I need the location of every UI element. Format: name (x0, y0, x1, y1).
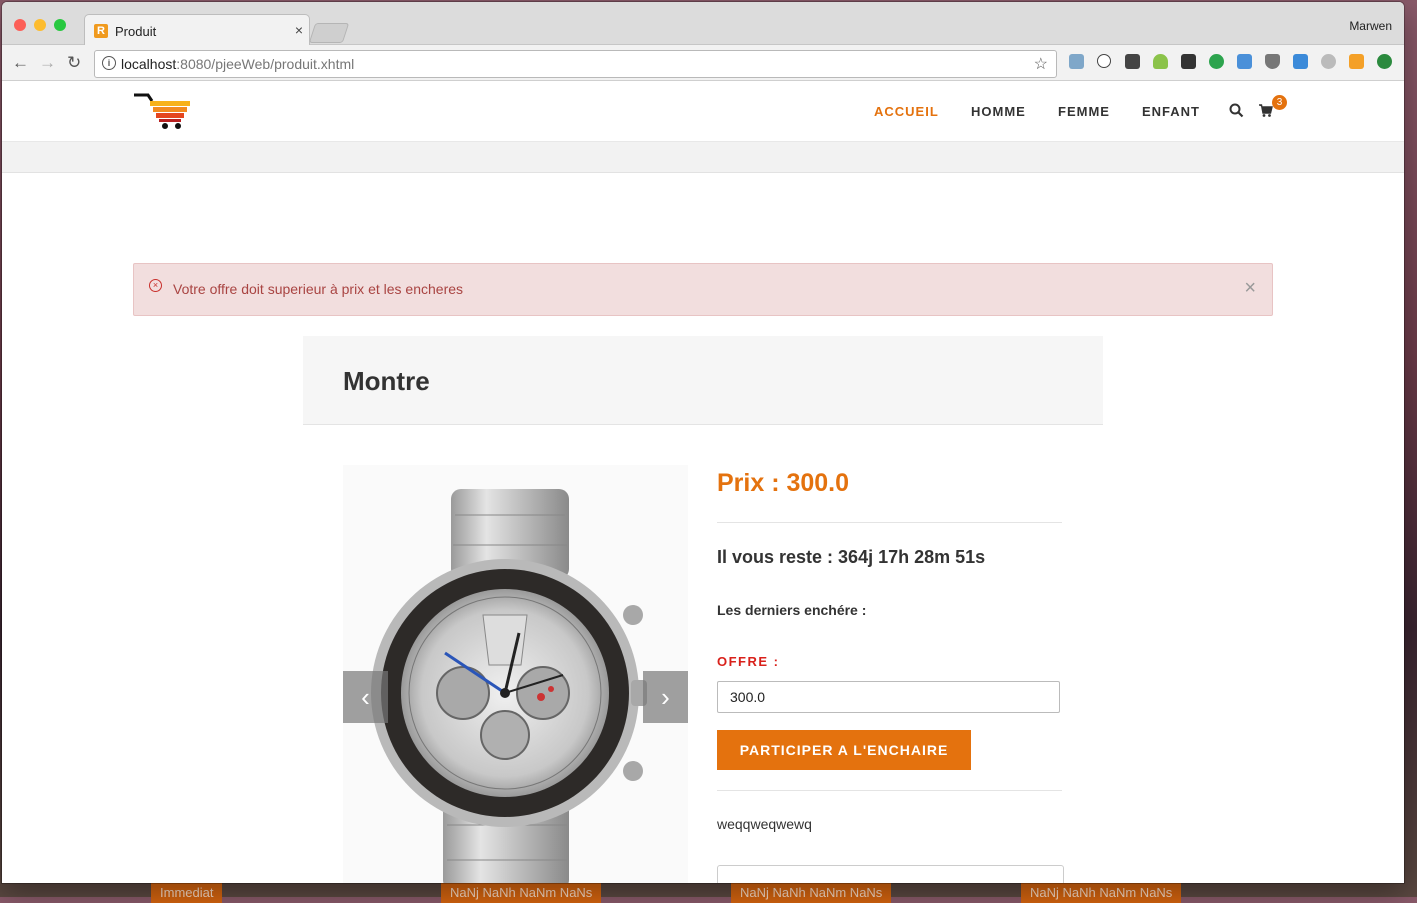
ghost-extension-icon[interactable] (1321, 54, 1336, 69)
pocket-extension-icon[interactable] (1125, 54, 1140, 69)
search-icon[interactable] (1229, 103, 1244, 118)
nav-enfant[interactable]: ENFANT (1142, 104, 1200, 119)
url-path: :8080/pjeeWeb/produit.xhtml (176, 56, 355, 72)
watch-image (371, 489, 647, 883)
close-window-button[interactable] (14, 19, 26, 31)
browser-toolbar: ← → ↻ i localhost:8080/pjeeWeb/produit.x… (2, 45, 1404, 81)
product-header: Montre (303, 336, 1103, 425)
browser-tab[interactable]: R Produit × (84, 14, 310, 46)
product-title: Montre (343, 366, 430, 396)
comment-text: weqqweqwewq (717, 816, 812, 832)
comment-input[interactable] (717, 865, 1064, 883)
java-extension-icon[interactable] (1069, 54, 1084, 69)
product-price: Prix : 300.0 (717, 469, 850, 497)
tab-close-icon[interactable]: × (295, 22, 303, 38)
alert-error-icon: × (149, 279, 162, 292)
grid-extension-icon[interactable] (1349, 54, 1364, 69)
bid-button[interactable]: PARTICIPER A L'ENCHAIRE (717, 730, 971, 770)
new-tab-button[interactable] (308, 23, 350, 43)
info-icon[interactable]: i (102, 56, 116, 70)
auction-countdown: Il vous reste : 364j 17h 28m 51s (717, 547, 986, 567)
nav-femme[interactable]: FEMME (1058, 104, 1110, 119)
background-tag: NaNj NaNh NaNm NaNs (1021, 883, 1182, 903)
background-tag: NaNj NaNh NaNm NaNs (731, 883, 892, 903)
back-icon[interactable]: ← (12, 53, 29, 73)
breadcrumb-bar (2, 142, 1404, 173)
browser-titlebar: R Produit × Marwen (2, 2, 1404, 46)
address-bar[interactable]: i localhost:8080/pjeeWeb/produit.xhtml ☆ (94, 50, 1057, 78)
forward-icon[interactable]: → (39, 53, 56, 73)
shield-extension-icon[interactable] (1265, 54, 1280, 69)
cart-logo-icon[interactable] (132, 91, 194, 131)
reader-extension-icon[interactable] (1181, 54, 1196, 69)
divider (717, 522, 1062, 523)
background-tag: Immediat (151, 883, 223, 903)
star-icon[interactable]: ☆ (1034, 54, 1048, 74)
product-image-carousel[interactable]: ‹ › (343, 465, 688, 883)
nav-accueil[interactable]: ACCUEIL (874, 104, 939, 119)
site-header: ACCUEIL HOMME FEMME ENFANT 3 (2, 81, 1404, 142)
android-extension-icon[interactable] (1153, 54, 1168, 69)
offer-label: OFFRE : (717, 654, 780, 669)
tab-title: Produit (115, 24, 157, 39)
browser-window: R Produit × Marwen ← → ↻ i localhost:808… (2, 2, 1404, 883)
cart-icon[interactable] (1258, 103, 1273, 118)
close-icon[interactable]: × (1244, 277, 1256, 300)
page-viewport: ACCUEIL HOMME FEMME ENFANT 3 × Votre off… (2, 81, 1404, 883)
favicon-icon: R (94, 24, 108, 38)
fi-extension-icon[interactable] (1293, 54, 1308, 69)
nav-homme[interactable]: HOMME (971, 104, 1026, 119)
reload-icon[interactable]: ↻ (67, 53, 81, 73)
last-bids-label: Les derniers enchére : (717, 602, 867, 618)
url-host: localhost (121, 56, 177, 72)
upload-extension-icon[interactable] (1377, 54, 1392, 69)
minimize-window-button[interactable] (34, 19, 46, 31)
extension-icon[interactable] (1237, 54, 1252, 69)
divider (717, 790, 1062, 791)
carousel-prev-icon[interactable]: ‹ (343, 671, 388, 723)
profile-name[interactable]: Marwen (1349, 19, 1392, 33)
url-text: localhost:8080/pjeeWeb/produit.xhtml (121, 56, 354, 72)
ublock-extension-icon[interactable] (1209, 54, 1224, 69)
maximize-window-button[interactable] (54, 19, 66, 31)
alert-message: Votre offre doit superieur à prix et les… (173, 281, 464, 297)
background-tag: NaNj NaNh NaNm NaNs (441, 883, 602, 903)
error-alert: × Votre offre doit superieur à prix et l… (133, 263, 1273, 316)
cart-count-badge: 3 (1272, 95, 1287, 110)
onepassword-extension-icon[interactable] (1097, 54, 1111, 68)
carousel-next-icon[interactable]: › (643, 671, 688, 723)
offer-input[interactable] (717, 681, 1060, 713)
